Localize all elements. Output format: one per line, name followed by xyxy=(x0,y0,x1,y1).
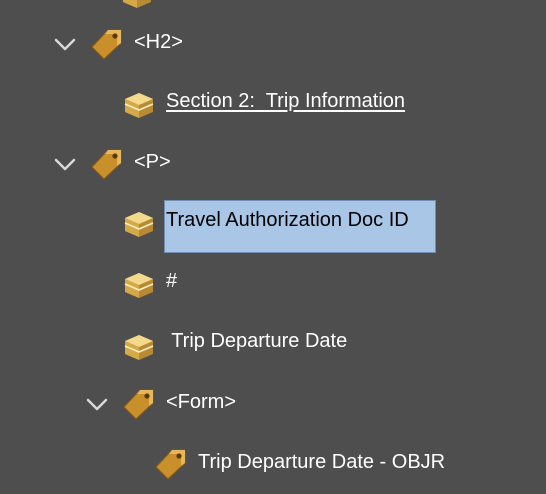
tree-node-p[interactable]: <P> xyxy=(0,143,546,183)
tag-icon xyxy=(155,449,186,480)
chevron-down-icon[interactable] xyxy=(52,32,78,58)
node-label: # xyxy=(166,270,178,292)
box-icon xyxy=(124,93,154,118)
chevron-down-icon[interactable] xyxy=(52,152,78,178)
tree-node-h2[interactable]: <H2> xyxy=(0,23,546,63)
tree-node-form[interactable]: <Form> xyxy=(0,383,546,423)
node-label: <H2> xyxy=(134,31,183,53)
node-label: Section 2: Trip Information xyxy=(166,90,406,112)
chevron-down-icon[interactable] xyxy=(84,392,110,418)
node-label: Trip Departure Date xyxy=(166,330,348,352)
node-label: <P> xyxy=(134,151,171,173)
node-label: Travel Authorization Doc ID xyxy=(166,209,409,231)
tree-node-trip-departure-date-objr[interactable]: Trip Departure Date - OBJR xyxy=(0,443,546,483)
box-icon xyxy=(123,0,151,8)
node-label: Trip Departure Date - OBJR xyxy=(198,451,446,473)
box-icon xyxy=(124,273,154,298)
box-icon xyxy=(124,212,154,237)
tree-node-trip-departure-date[interactable]: Trip Departure Date xyxy=(0,323,546,363)
structure-tree-panel: <H2> Section 2: Trip Information <P> Tra… xyxy=(0,0,546,494)
tag-icon xyxy=(91,149,122,180)
tree-node-doc-id[interactable]: Travel Authorization Doc ID xyxy=(0,200,546,253)
tag-icon xyxy=(123,389,154,420)
tree-node-hash[interactable]: # xyxy=(0,263,546,303)
selection-highlight: Travel Authorization Doc ID xyxy=(164,200,436,253)
node-label: <Form> xyxy=(166,391,237,413)
tree-node-section-heading[interactable]: Section 2: Trip Information xyxy=(0,83,546,123)
tag-icon xyxy=(91,29,122,60)
box-icon xyxy=(124,335,154,360)
